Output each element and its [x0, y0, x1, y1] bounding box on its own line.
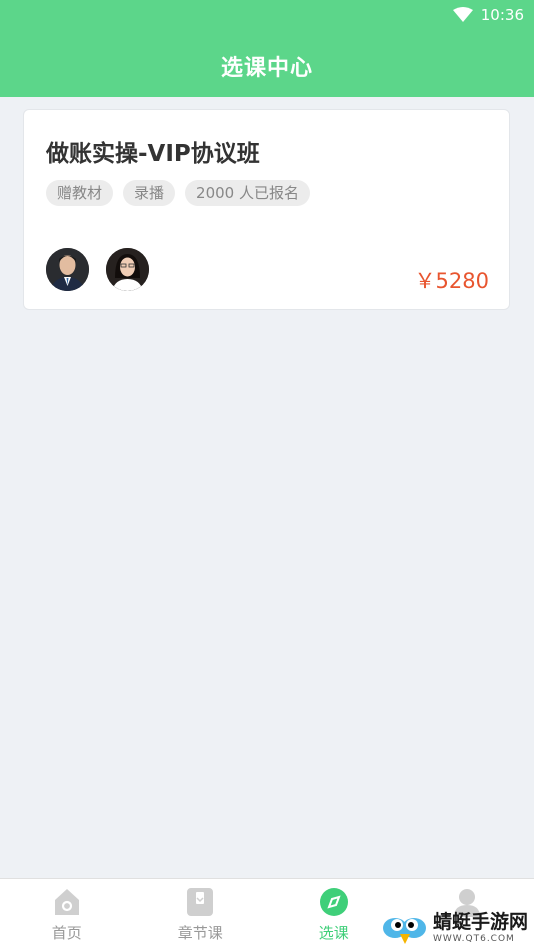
tab-chapters[interactable]: 章节课 — [134, 879, 268, 950]
tab-chapters-label: 章节课 — [178, 922, 223, 943]
tab-home[interactable]: 首页 — [0, 879, 134, 950]
compass-icon — [319, 887, 349, 917]
teacher-avatar — [46, 248, 89, 291]
course-tags: 赠教材 录播 2000 人已报名 — [46, 180, 310, 206]
tab-home-label: 首页 — [52, 922, 82, 943]
tag-enrolled-count: 2000 人已报名 — [185, 180, 310, 206]
book-icon — [185, 887, 215, 917]
home-icon — [52, 887, 82, 917]
tag-recorded: 录播 — [123, 180, 175, 206]
dragonfly-logo-icon — [381, 911, 429, 945]
course-card[interactable]: 做账实操-VIP协议班 赠教材 录播 2000 人已报名 — [23, 109, 510, 310]
teacher-avatars — [46, 248, 149, 291]
watermark-logo: 蜻蜓手游网 WWW.QT6.COM — [381, 911, 528, 945]
page-title: 选课中心 — [0, 50, 534, 82]
teacher-avatar — [106, 248, 149, 291]
watermark-text: 蜻蜓手游网 — [433, 913, 528, 932]
tag-gift-material: 赠教材 — [46, 180, 113, 206]
status-bar: 10:36 — [453, 4, 524, 26]
course-title: 做账实操-VIP协议班 — [46, 134, 260, 168]
status-time: 10:36 — [481, 6, 524, 24]
tab-course-select-label: 选课 — [319, 922, 349, 943]
app-header: 10:36 选课中心 — [0, 0, 534, 97]
watermark-url: WWW.QT6.COM — [433, 935, 528, 944]
course-price: ￥5280 — [415, 265, 489, 295]
wifi-icon — [453, 7, 473, 23]
